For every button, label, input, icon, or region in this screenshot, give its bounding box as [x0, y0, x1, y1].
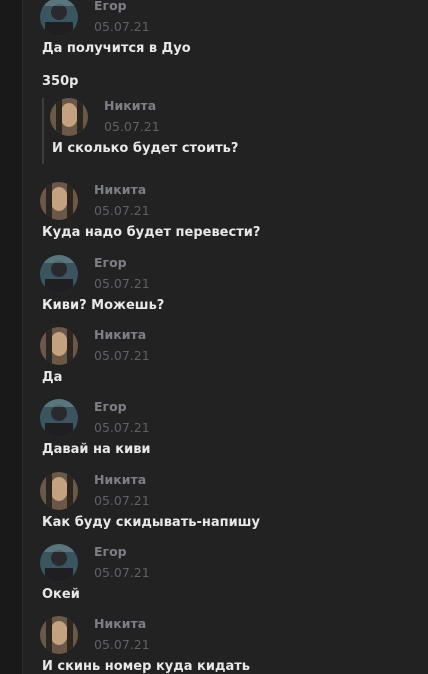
avatar-egor[interactable] [40, 544, 78, 582]
avatar-nikita[interactable] [40, 472, 78, 510]
message-text: 350р [42, 74, 79, 89]
message-date: 05.07.21 [94, 203, 150, 218]
message-date: 05.07.21 [94, 276, 150, 291]
avatar-nikita[interactable] [40, 616, 78, 654]
author-name[interactable]: Никита [94, 327, 146, 342]
message-date: 05.07.21 [94, 348, 150, 363]
author-name[interactable]: Егор [94, 255, 127, 270]
author-name[interactable]: Никита [104, 98, 156, 113]
chat-panel [23, 0, 428, 674]
message-date: 05.07.21 [94, 420, 150, 435]
author-name[interactable]: Егор [94, 544, 127, 559]
message-text: Да получится в Дуо [42, 41, 191, 56]
message-date: 05.07.21 [94, 19, 150, 34]
avatar-nikita[interactable] [40, 327, 78, 365]
author-name[interactable]: Никита [94, 616, 146, 631]
author-name[interactable]: Егор [94, 399, 127, 414]
message-text: Киви? Можешь? [42, 298, 165, 313]
message-text: Как буду скидывать-напишу [42, 515, 260, 530]
avatar-egor[interactable] [40, 399, 78, 437]
message-text: Окей [42, 587, 80, 602]
avatar-egor[interactable] [40, 255, 78, 293]
message-text: Куда надо будет перевести? [42, 225, 261, 240]
message-date: 05.07.21 [94, 637, 150, 652]
message-date: 05.07.21 [104, 119, 160, 134]
author-name[interactable]: Никита [94, 182, 146, 197]
message-text: Давай на киви [42, 442, 151, 457]
message-text: И сколько будет стоить? [52, 141, 239, 156]
message-date: 05.07.21 [94, 493, 150, 508]
author-name[interactable]: Егор [94, 0, 127, 13]
left-rail [0, 0, 23, 674]
avatar-nikita[interactable] [40, 182, 78, 220]
message-date: 05.07.21 [94, 565, 150, 580]
message-text: И скинь номер куда кидать [42, 659, 251, 674]
message-text: Да [42, 370, 63, 385]
avatar-nikita[interactable] [50, 98, 88, 136]
quote-bar [42, 98, 44, 164]
author-name[interactable]: Никита [94, 472, 146, 487]
